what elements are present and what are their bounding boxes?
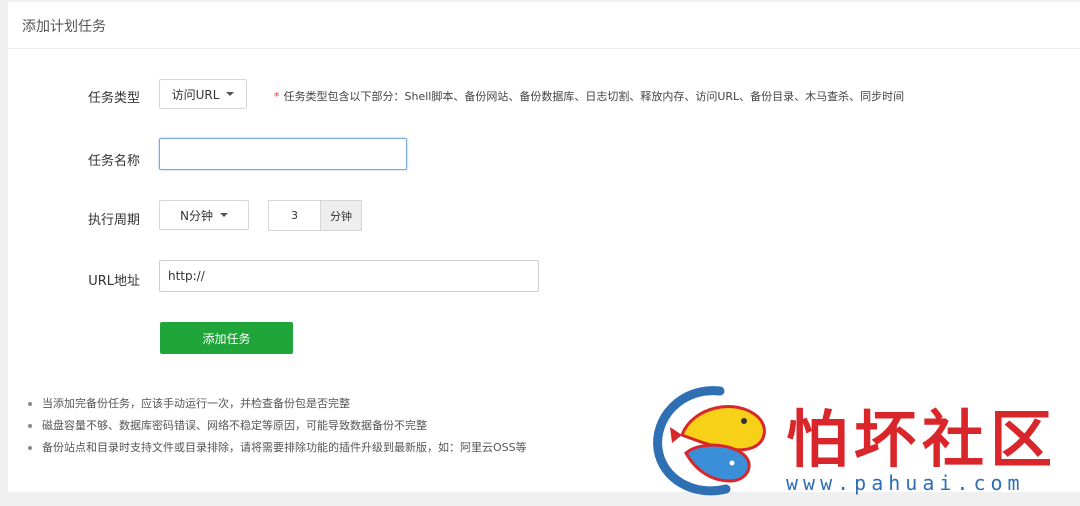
task-type-selected: 访问URL — [171, 87, 220, 102]
task-type-hint-text: 任务类型包含以下部分：Shell脚本、备份网站、备份数据库、日志切割、释放内存、… — [283, 90, 905, 103]
list-item: 磁盘容量不够、数据库密码错误、网络不稳定等原因，可能导致数据备份不完整 — [24, 418, 527, 440]
task-name-label: 任务名称 — [87, 154, 140, 169]
url-input[interactable] — [159, 260, 539, 292]
notes-list: 当添加完备份任务，应该手动运行一次，并检查备份包是否完整 磁盘容量不够、数据库密… — [24, 396, 527, 462]
task-name-input[interactable] — [159, 138, 407, 170]
period-unit-addon: 分钟 — [320, 200, 362, 231]
task-type-hint: * 任务类型包含以下部分：Shell脚本、备份网站、备份数据库、日志切割、释放内存… — [274, 88, 904, 104]
panel-title: 添加计划任务 — [22, 19, 106, 35]
task-type-label: 任务类型 — [87, 91, 140, 106]
period-label: 执行周期 — [87, 213, 140, 228]
add-task-button[interactable]: 添加任务 — [160, 322, 293, 354]
list-item: 当添加完备份任务，应该手动运行一次，并检查备份包是否完整 — [24, 396, 527, 418]
fish-logo-icon — [653, 386, 766, 496]
caret-down-icon — [219, 213, 228, 217]
watermark-name: 怕坏社区 — [786, 403, 1059, 476]
list-item: 备份站点和目录时支持文件或目录排除，请将需要排除功能的插件升级到最新版，如：阿里… — [24, 440, 527, 462]
required-star: * — [274, 90, 280, 103]
caret-down-icon — [226, 92, 235, 96]
period-minutes-input[interactable] — [268, 200, 320, 231]
period-dropdown[interactable]: N分钟 — [159, 200, 249, 230]
panel-header: 添加计划任务 — [8, 2, 1080, 49]
watermark: 怕坏社区 www.pahuai.com — [650, 383, 1070, 501]
period-selected: N分钟 — [180, 208, 213, 223]
url-label: URL地址 — [88, 274, 140, 289]
watermark-url: www.pahuai.com — [786, 471, 1025, 495]
task-type-dropdown[interactable]: 访问URL — [159, 79, 247, 109]
